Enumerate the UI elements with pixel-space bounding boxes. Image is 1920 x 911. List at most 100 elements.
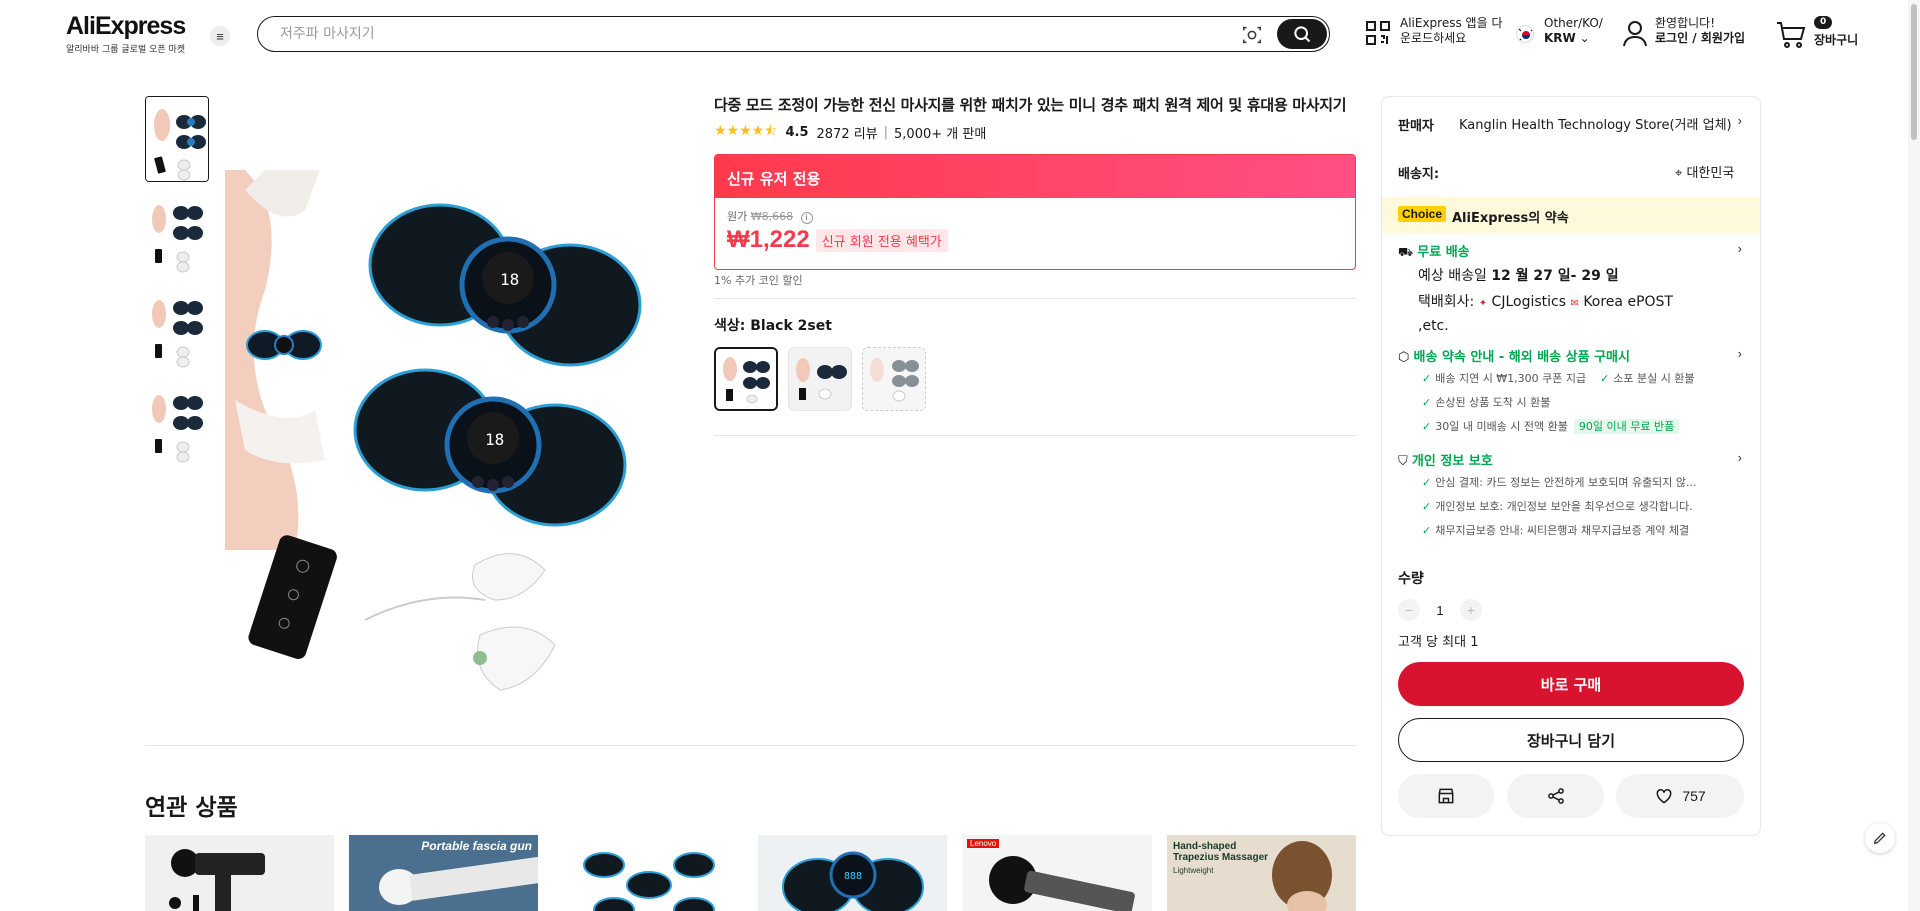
delivery-promise-title: 배송 약속 안내 - 해외 배송 상품 구매시 (1413, 350, 1630, 365)
add-to-cart-button[interactable]: 장바구니 담기 (1398, 718, 1744, 762)
swatch-option-2[interactable] (788, 347, 852, 411)
plus-button[interactable]: + (1460, 599, 1482, 621)
logo-text: AliExpress (66, 12, 186, 40)
related-product-card[interactable]: Portable fascia gun (349, 835, 538, 911)
login-signup-link[interactable]: 로그인 / 회원가입 (1655, 31, 1745, 45)
swatch-black-2set[interactable] (714, 347, 778, 411)
chevron-right-icon[interactable]: › (1738, 450, 1742, 465)
thumbnail-2[interactable] (145, 191, 209, 277)
share-button[interactable] (1507, 774, 1604, 818)
store-icon (1438, 788, 1454, 804)
choice-bar: Choice AliExpress의 약속 (1382, 197, 1760, 233)
korea-post-logo-icon: ✉ (1570, 298, 1579, 309)
body-patch (246, 330, 322, 360)
swatch-option-3[interactable] (862, 347, 926, 411)
privacy-item: ✓ 개인정보 보호: 개인정보 보안을 최우선으로 생각합니다. (1422, 500, 1693, 513)
privacy-row[interactable]: ⛉ 개인 정보 보호 (1398, 450, 1493, 469)
courier-row: 택배회사: ✦ CJLogistics ✉ Korea ePOST ,etc. (1418, 291, 1678, 337)
related-product-card[interactable]: 888 (758, 835, 947, 911)
info-icon[interactable]: i (800, 212, 813, 224)
chevron-right-icon[interactable]: › (1738, 113, 1742, 128)
color-label: 색상: Black 2set (714, 318, 832, 334)
ship-to-country: 대한민국 (1686, 166, 1735, 181)
privacy-item: ✓ 안심 결제: 카드 정보는 안전하게 보호되며 유출되지 않... (1422, 476, 1697, 489)
free-return-tag: 90일 이내 무료 반품 (1573, 419, 1680, 434)
chevron-right-icon[interactable]: › (1738, 241, 1742, 256)
courier-korea: Korea (1583, 294, 1624, 310)
related-product-card[interactable]: Lenovo (963, 835, 1152, 911)
logo[interactable]: AliExpress 알리바바 그룹 글로벌 오픈 마켓 (66, 12, 186, 55)
quantity-label: 수량 (1398, 571, 1424, 587)
lenovo-badge: Lenovo (967, 839, 1000, 848)
promo-box: 신규 유저 전용 원가 ₩8,668 i ₩1,222 신규 회원 전용 혜택가 (714, 154, 1356, 270)
buy-now-button[interactable]: 바로 구매 (1398, 662, 1744, 706)
shield-check-icon: ⛉ (1398, 454, 1408, 469)
promise-item: ✓ 30일 내 미배송 시 전액 환불 90일 이내 무료 반품 (1422, 418, 1680, 434)
scrollbar-thumb[interactable] (1911, 4, 1917, 140)
eta-dates: 12 월 27 일- 29 일 (1491, 268, 1619, 284)
main-product-image[interactable]: 18 18 (225, 170, 690, 710)
image-search-icon[interactable] (1241, 24, 1263, 46)
privacy-item: ✓ 채무지급보증 안내: 씨티은행과 채무지급보증 계약 체결 (1422, 524, 1690, 537)
product-title: 다중 모드 조정이 가능한 전신 마사지를 위한 패치가 있는 미니 경추 패치… (714, 96, 1347, 114)
eta-label: 예상 배송일 (1418, 268, 1487, 284)
store-button[interactable] (1398, 774, 1494, 818)
seller-label: 판매자 (1398, 119, 1434, 134)
svg-text:888: 888 (844, 871, 862, 882)
original-price-row: 원가 ₩8,668 i (715, 198, 1355, 224)
quantity-value[interactable]: 1 (1420, 603, 1460, 618)
thumbnail-list (145, 96, 209, 476)
search-input[interactable] (280, 24, 1180, 44)
courier-cj: CJLogistics (1491, 294, 1567, 310)
search-button[interactable] (1277, 19, 1327, 49)
header: AliExpress 알리바바 그룹 글로벌 오픈 마켓 ≡ AliExpres… (0, 0, 1920, 66)
color-swatches (714, 347, 1356, 411)
quantity-limit: 고객 당 최대 1 (1398, 635, 1479, 650)
eta-row: 예상 배송일 12 월 27 일- 29 일 (1418, 265, 1619, 285)
truck-icon: ⛟ (1398, 245, 1414, 259)
chevron-down-icon: ⌄ (1579, 31, 1590, 45)
review-count[interactable]: 2872 리뷰 (817, 123, 878, 142)
choice-badge: Choice (1398, 206, 1447, 222)
free-shipping-label: 무료 배송 (1417, 245, 1470, 260)
wishlist-button[interactable]: 757 (1616, 774, 1744, 818)
search-bar (257, 16, 1330, 52)
qr-code-icon (1366, 21, 1390, 45)
coin-discount-note: 1% 추가 코인 할인 (714, 274, 803, 287)
wishlist-count: 757 (1682, 788, 1706, 804)
thumbnail-3[interactable] (145, 286, 209, 372)
promise-item: ✓ 소포 분실 시 환불 (1600, 372, 1695, 385)
svg-text:18: 18 (500, 270, 519, 289)
related-product-card[interactable] (145, 835, 334, 911)
thumbnail-1[interactable] (145, 96, 209, 182)
sold-count: 5,000+ 개 판매 (894, 126, 987, 142)
logo-subtitle: 알리바바 그룹 글로벌 오픈 마켓 (66, 45, 186, 55)
quantity-stepper: − 1 + (1398, 599, 1482, 621)
edit-feedback-button[interactable] (1865, 823, 1895, 853)
free-shipping-row[interactable]: ⛟ 무료 배송 (1398, 241, 1470, 261)
ship-to-location[interactable]: ⌖ 대한민국 (1675, 162, 1734, 181)
chevron-right-icon[interactable]: › (1738, 346, 1742, 361)
related-product-card[interactable]: Hand-shaped Trapezius Massager Lightweig… (1167, 835, 1356, 911)
menu-icon[interactable]: ≡ (210, 26, 230, 46)
minus-button[interactable]: − (1398, 599, 1420, 621)
purchase-panel: 판매자 Kanglin Health Technology Store(거래 업… (1381, 96, 1761, 836)
seller-name[interactable]: Kanglin Health Technology Store(거래 업체) (1459, 114, 1732, 133)
courier-label: 택배회사: (1418, 294, 1475, 310)
new-member-tag: 신규 회원 전용 혜택가 (815, 228, 948, 252)
heart-icon (1656, 788, 1672, 804)
pencil-icon (1873, 832, 1886, 845)
cart-icon (1777, 22, 1806, 48)
divider (145, 745, 1356, 746)
related-card-caption: Hand-shaped Trapezius Massager Lightweig… (1173, 841, 1269, 875)
scrollbar[interactable] (1908, 0, 1920, 911)
delivery-promise-row[interactable]: ⬡ 배송 약속 안내 - 해외 배송 상품 구매시 (1398, 346, 1630, 365)
rating-value: 4.5 (785, 124, 809, 140)
promise-item: ✓ 손상된 상품 도착 시 환불 (1422, 396, 1551, 409)
related-product-card[interactable] (554, 835, 743, 911)
privacy-title: 개인 정보 보호 (1411, 454, 1493, 469)
location-pin-icon: ⌖ (1675, 166, 1683, 181)
korea-flag-icon (1516, 25, 1534, 43)
thumbnail-4[interactable] (145, 381, 209, 467)
separator: | (883, 124, 889, 140)
